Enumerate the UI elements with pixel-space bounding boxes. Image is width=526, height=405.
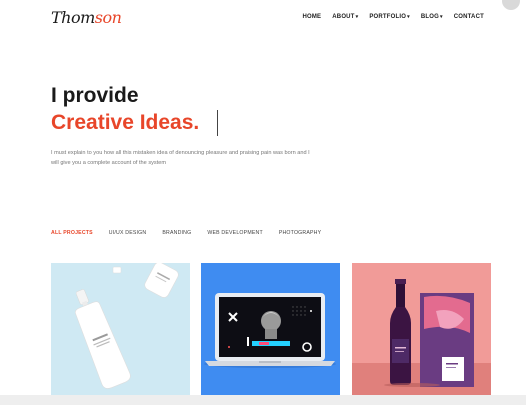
nav-label: BLOG <box>420 14 439 20</box>
nav-label: ABOUT <box>332 14 355 20</box>
hero-heading-line1: I provide <box>51 84 139 107</box>
laptop-mockup-image <box>201 263 340 395</box>
nav-item-about[interactable]: ABOUT▾ <box>332 14 358 20</box>
caret-down-icon: ▾ <box>407 14 410 20</box>
portfolio-card-cosmetics[interactable] <box>51 263 190 395</box>
nav-item-portfolio[interactable]: PORTFOLIO▾ <box>369 14 410 20</box>
site-logo[interactable]: Thomson <box>51 8 122 27</box>
nav-item-contact[interactable]: CONTACT <box>454 14 484 20</box>
nav-label: PORTFOLIO <box>369 14 407 20</box>
portfolio-page: Thomson HOME ABOUT▾ PORTFOLIO▾ BLOG▾ CON… <box>0 0 526 395</box>
wine-branding-image <box>352 263 491 395</box>
portfolio-card-wine-branding[interactable] <box>352 263 491 395</box>
portfolio-card-laptop[interactable] <box>201 263 340 395</box>
logo-text-accent: son <box>94 8 122 27</box>
nav-item-home[interactable]: HOME <box>302 14 321 20</box>
corner-indicator <box>502 0 520 10</box>
cosmetic-bottles-image <box>51 263 190 395</box>
typing-cursor <box>217 110 218 136</box>
hero-heading-line2: Creative Ideas. <box>51 111 200 134</box>
filter-branding[interactable]: BRANDING <box>162 230 191 236</box>
portfolio-filters: ALL PROJECTS UI/UX DESIGN BRANDING WEB D… <box>51 230 321 236</box>
nav-label: HOME <box>302 14 322 20</box>
caret-down-icon: ▾ <box>439 14 443 20</box>
caret-down-icon: ▾ <box>355 14 359 20</box>
filter-ui-ux-design[interactable]: UI/UX DESIGN <box>109 230 147 236</box>
bottom-bar <box>0 395 526 405</box>
filter-web-development[interactable]: WEB DEVELOPMENT <box>207 230 262 236</box>
main-nav: HOME ABOUT▾ PORTFOLIO▾ BLOG▾ CONTACT <box>302 14 484 20</box>
filter-photography[interactable]: PHOTOGRAPHY <box>279 230 321 236</box>
logo-text-dark: Thom <box>51 8 95 27</box>
nav-item-blog[interactable]: BLOG▾ <box>421 14 443 20</box>
filter-all-projects[interactable]: ALL PROJECTS <box>51 230 93 236</box>
hero-description: I must explain to you how all this mista… <box>51 150 310 166</box>
nav-label: CONTACT <box>453 14 484 20</box>
